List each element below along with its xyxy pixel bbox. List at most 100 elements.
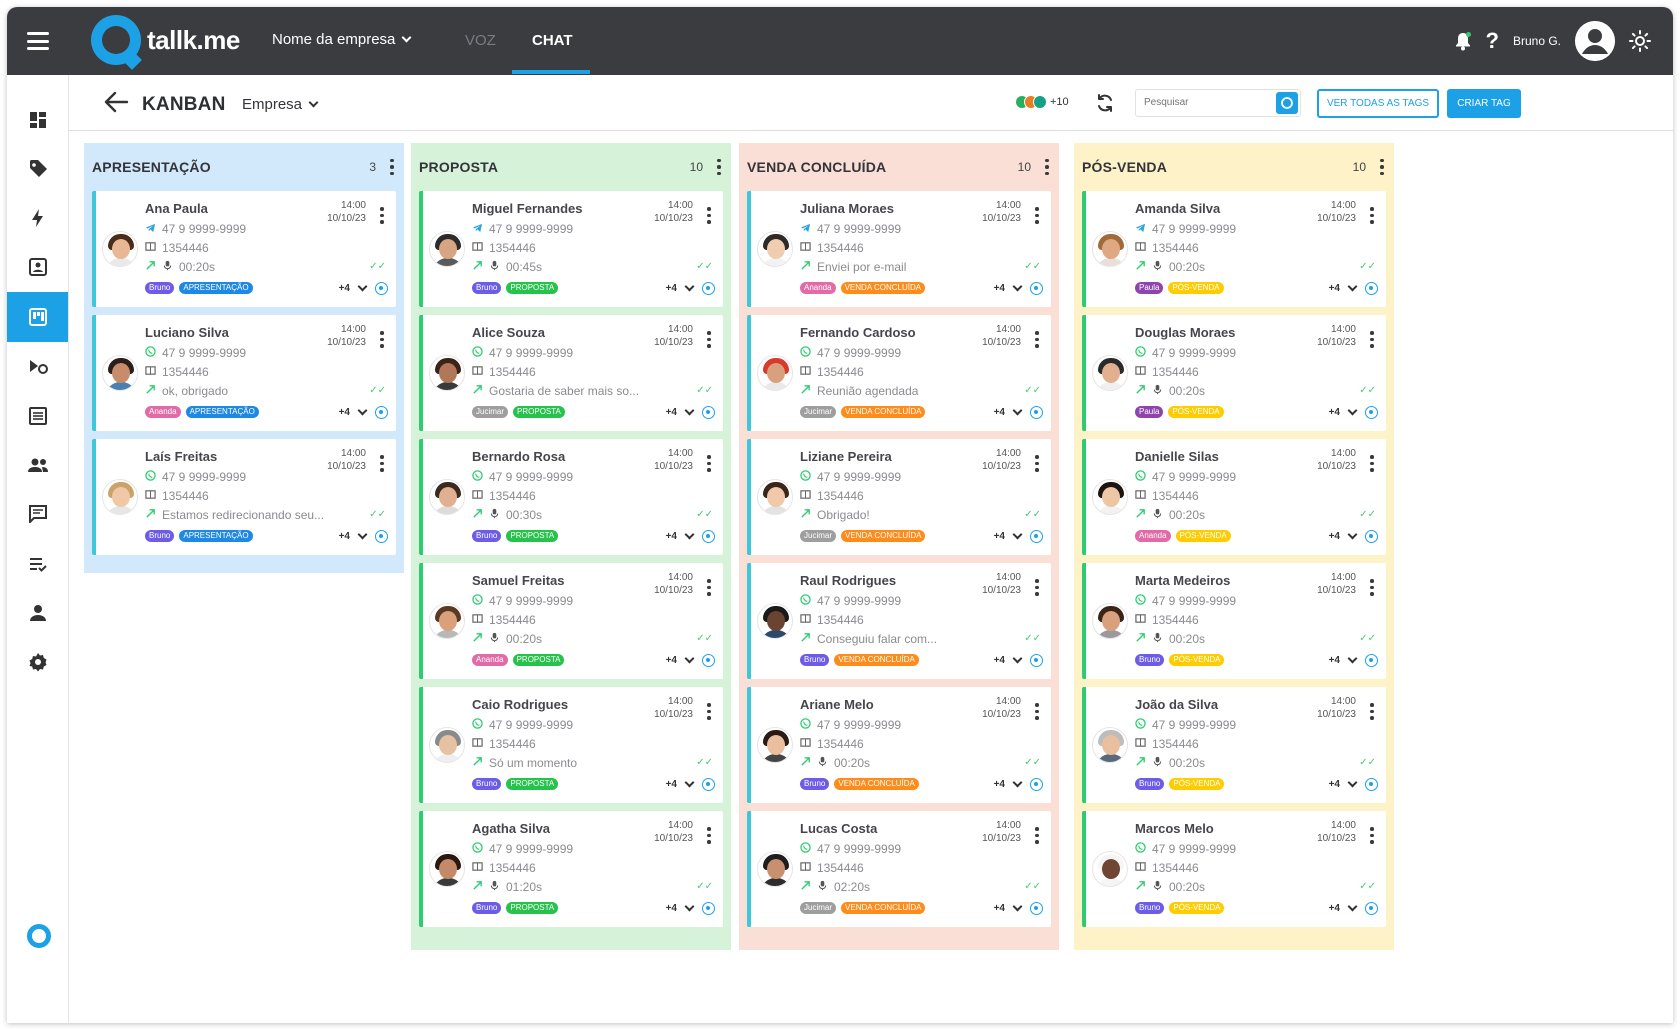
view-icon[interactable] <box>702 282 715 295</box>
agent-tag[interactable]: Bruno <box>472 530 502 542</box>
stage-tag[interactable]: VENDA CONCLUÍDA <box>840 282 926 294</box>
card-menu-icon[interactable] <box>707 331 711 348</box>
contact-card[interactable]: Raul Rodrigues 14:00 10/10/23 47 9 9999-… <box>747 563 1051 679</box>
column-menu-icon[interactable] <box>390 158 394 176</box>
empresa-selector[interactable]: Empresa <box>242 96 319 113</box>
stage-tag[interactable]: VENDA CONCLUÍDA <box>834 778 919 790</box>
agent-tag[interactable]: Ananda <box>472 654 508 666</box>
more-tags-count[interactable]: +4 <box>1329 655 1340 666</box>
contact-card[interactable]: Luciano Silva 14:00 10/10/23 47 9 9999-9… <box>92 315 396 431</box>
contact-card[interactable]: Agatha Silva 14:00 10/10/23 47 9 9999-99… <box>419 811 723 927</box>
help-icon[interactable]: ? <box>1486 28 1499 54</box>
view-icon[interactable] <box>1030 530 1043 543</box>
contact-card[interactable]: Laís Freitas 14:00 10/10/23 47 9 9999-99… <box>92 439 396 555</box>
card-menu-icon[interactable] <box>1370 331 1374 348</box>
chevron-down-icon[interactable] <box>1012 405 1023 416</box>
agent-tag[interactable]: Jucimar <box>800 902 837 914</box>
chevron-down-icon[interactable] <box>684 529 695 540</box>
more-tags-count[interactable]: +4 <box>1329 903 1340 914</box>
stage-tag[interactable]: VENDA CONCLUÍDA <box>834 654 919 666</box>
agent-tag[interactable]: Bruno <box>1135 778 1165 790</box>
chevron-down-icon[interactable] <box>684 777 695 788</box>
view-icon[interactable] <box>1030 778 1043 791</box>
stage-tag[interactable]: PROPOSTA <box>506 282 559 294</box>
stage-tag[interactable]: APRESENTAÇÃO <box>185 406 259 418</box>
company-selector[interactable]: Nome da empresa <box>272 31 412 48</box>
more-tags-count[interactable]: +4 <box>1329 531 1340 542</box>
more-tags-count[interactable]: +4 <box>666 531 677 542</box>
contact-card[interactable]: Miguel Fernandes 14:00 10/10/23 47 9 999… <box>419 191 723 307</box>
chevron-down-icon[interactable] <box>1347 777 1358 788</box>
more-tags-count[interactable]: +4 <box>994 655 1005 666</box>
search-input[interactable] <box>1144 97 1264 108</box>
stage-tag[interactable]: PROPOSTA <box>513 406 565 418</box>
view-icon[interactable] <box>1365 778 1378 791</box>
agent-tag[interactable]: Ananda <box>145 406 181 418</box>
stage-tag[interactable]: PÓS-VENDA <box>1175 530 1231 542</box>
chevron-down-icon[interactable] <box>684 281 695 292</box>
contact-card[interactable]: Lucas Costa 14:00 10/10/23 47 9 9999-999… <box>747 811 1051 927</box>
sidebar-item-group[interactable] <box>7 440 68 490</box>
chevron-down-icon[interactable] <box>684 405 695 416</box>
more-tags-count[interactable]: +4 <box>994 779 1005 790</box>
agents-group[interactable]: +10 <box>1015 95 1069 109</box>
contact-card[interactable]: Marcos Melo 14:00 10/10/23 47 9 9999-999… <box>1082 811 1386 927</box>
view-icon[interactable] <box>702 778 715 791</box>
sidebar-item-contact-card[interactable] <box>7 242 68 292</box>
contact-card[interactable]: João da Silva 14:00 10/10/23 47 9 9999-9… <box>1082 687 1386 803</box>
stage-tag[interactable]: VENDA CONCLUÍDA <box>841 530 926 542</box>
stage-tag[interactable]: PÓS-VENDA <box>1169 654 1225 666</box>
tab-voz[interactable]: VOZ <box>465 32 496 49</box>
create-tag-button[interactable]: CRIAR TAG <box>1447 89 1521 118</box>
sidebar-item-campaign[interactable] <box>7 341 68 391</box>
contact-card[interactable]: Alice Souza 14:00 10/10/23 47 9 9999-999… <box>419 315 723 431</box>
more-tags-count[interactable]: +4 <box>339 531 350 542</box>
bell-icon[interactable] <box>1454 31 1472 51</box>
card-menu-icon[interactable] <box>1035 703 1039 720</box>
contact-card[interactable]: Marta Medeiros 14:00 10/10/23 47 9 9999-… <box>1082 563 1386 679</box>
chevron-down-icon[interactable] <box>357 281 368 292</box>
contact-card[interactable]: Caio Rodrigues 14:00 10/10/23 47 9 9999-… <box>419 687 723 803</box>
agent-tag[interactable]: Bruno <box>1135 654 1165 666</box>
view-icon[interactable] <box>1365 654 1378 667</box>
stage-tag[interactable]: PÓS-VENDA <box>1168 406 1224 418</box>
column-menu-icon[interactable] <box>1380 158 1384 176</box>
card-menu-icon[interactable] <box>1370 455 1374 472</box>
view-all-tags-button[interactable]: VER TODAS AS TAGS <box>1317 89 1439 118</box>
more-tags-count[interactable]: +4 <box>339 407 350 418</box>
contact-card[interactable]: Samuel Freitas 14:00 10/10/23 47 9 9999-… <box>419 563 723 679</box>
more-tags-count[interactable]: +4 <box>1329 779 1340 790</box>
view-icon[interactable] <box>702 530 715 543</box>
sidebar-item-gear[interactable] <box>7 637 68 687</box>
card-menu-icon[interactable] <box>380 207 384 224</box>
refresh-icon[interactable] <box>1095 93 1115 118</box>
column-menu-icon[interactable] <box>1045 158 1049 176</box>
contact-card[interactable]: Amanda Silva 14:00 10/10/23 47 9 9999-99… <box>1082 191 1386 307</box>
contact-card[interactable]: Ariane Melo 14:00 10/10/23 47 9 9999-999… <box>747 687 1051 803</box>
agent-tag[interactable]: Bruno <box>800 778 830 790</box>
more-tags-count[interactable]: +4 <box>1329 283 1340 294</box>
card-menu-icon[interactable] <box>1370 579 1374 596</box>
view-icon[interactable] <box>375 530 388 543</box>
sidebar-item-dashboard[interactable] <box>7 95 68 145</box>
theme-toggle-icon[interactable] <box>1629 30 1651 52</box>
view-icon[interactable] <box>1365 282 1378 295</box>
chevron-down-icon[interactable] <box>1347 281 1358 292</box>
column-menu-icon[interactable] <box>717 158 721 176</box>
view-icon[interactable] <box>1030 406 1043 419</box>
more-tags-count[interactable]: +4 <box>1329 407 1340 418</box>
tab-chat[interactable]: CHAT <box>532 32 573 49</box>
agent-tag[interactable]: Jucimar <box>800 530 837 542</box>
stage-tag[interactable]: PÓS-VENDA <box>1168 282 1224 294</box>
card-menu-icon[interactable] <box>380 455 384 472</box>
sidebar-item-kanban[interactable] <box>7 292 68 342</box>
view-icon[interactable] <box>702 654 715 667</box>
chevron-down-icon[interactable] <box>1012 901 1023 912</box>
stage-tag[interactable]: PÓS-VENDA <box>1169 902 1225 914</box>
chevron-down-icon[interactable] <box>684 901 695 912</box>
more-tags-count[interactable]: +4 <box>666 283 677 294</box>
more-tags-count[interactable]: +4 <box>666 779 677 790</box>
agent-tag[interactable]: Bruno <box>472 902 502 914</box>
stage-tag[interactable]: VENDA CONCLUÍDA <box>841 406 926 418</box>
chevron-down-icon[interactable] <box>684 653 695 664</box>
